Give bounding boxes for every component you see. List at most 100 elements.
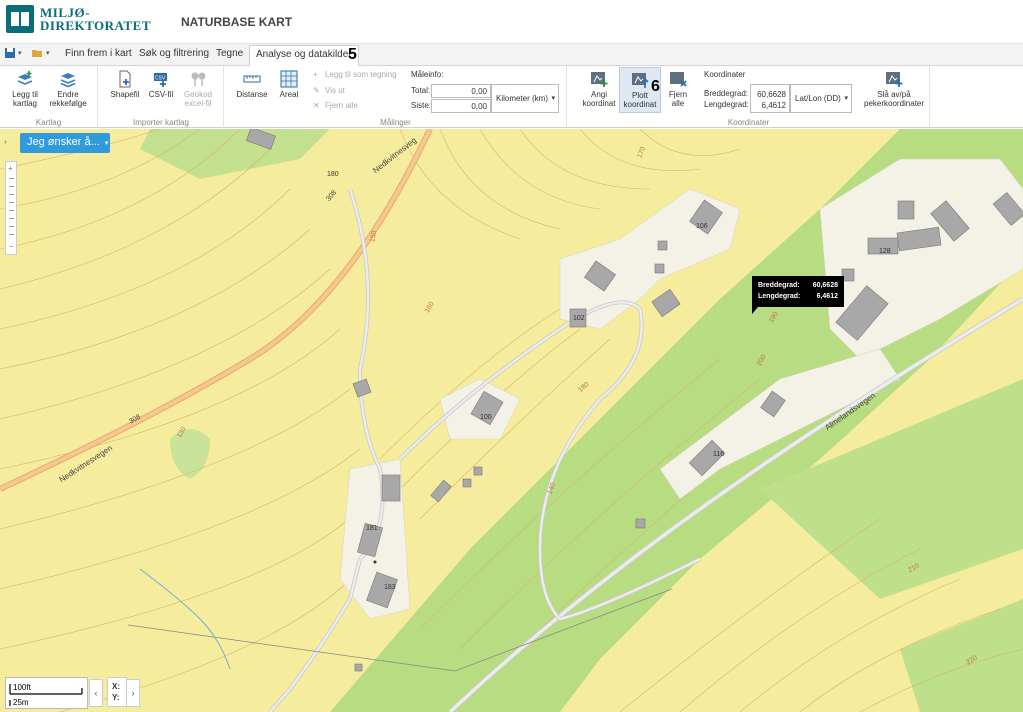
- distance-label: Distanse: [236, 90, 268, 99]
- add-as-drawing-label: Legg til som tegning: [325, 70, 397, 79]
- house-number-180: 180: [327, 171, 339, 178]
- ribbon-group-importer: Shapefil CSV CSV-fil Geokod excel-fil Im…: [99, 66, 224, 128]
- zoom-in-icon[interactable]: +: [8, 164, 13, 173]
- chevron-left-icon[interactable]: ‹: [89, 679, 103, 707]
- topographic-map: [0, 129, 1023, 712]
- shapefile-icon: [119, 70, 131, 88]
- shapefile-label: Shapefil: [110, 90, 140, 99]
- set-coordinate-button[interactable]: Angi koordinat: [578, 70, 620, 108]
- latitude-value: 60,6628: [757, 90, 786, 99]
- geocode-excel-button[interactable]: Geokod excel-fil: [179, 70, 217, 108]
- tab-tegne[interactable]: Tegne: [216, 48, 243, 59]
- ribbon-toolbar: Legg til kartlag Endre rekkefølge Kartla…: [0, 66, 1023, 128]
- last-label: Siste:: [411, 101, 432, 110]
- distance-button[interactable]: Distanse: [234, 70, 270, 99]
- ruler-distance-icon: [243, 75, 261, 83]
- logo-mark-icon: [6, 5, 34, 33]
- svg-text:CSV: CSV: [155, 76, 166, 82]
- add-layer-button[interactable]: Legg til kartlag: [6, 70, 44, 108]
- group-label-koordinater: Koordinater: [727, 118, 770, 127]
- x-label: X:: [112, 682, 120, 691]
- tooltip-lat-label: Breddegrad:: [758, 282, 800, 289]
- coordinate-format-select[interactable]: Lat/Lon (DD) ▾: [790, 84, 852, 113]
- area-button[interactable]: Areal: [275, 70, 303, 99]
- area-grid-icon: [280, 70, 298, 88]
- remove-all-coordinates-label: Fjern alle: [668, 90, 688, 108]
- group-label-importer: Importer kartlag: [132, 118, 190, 127]
- scale-meters: 25m: [13, 698, 29, 707]
- show-label: Vis ut: [325, 86, 345, 95]
- unit-select[interactable]: Kilometer (km) ▾: [491, 84, 559, 113]
- chevron-down-icon: ▾: [551, 95, 555, 102]
- map-canvas[interactable]: Nedkvitnesveg Nedkvitnesvegen Almelandsv…: [0, 129, 1023, 712]
- miljodirektoratet-logo[interactable]: MILJØ- DIREKTORATET: [6, 5, 151, 33]
- forest-area: [900, 599, 1023, 712]
- longitude-label: Lengdegrad:: [704, 100, 749, 109]
- layer-order-icon: [60, 73, 76, 88]
- house-number-116: 116: [713, 451, 725, 458]
- pointer-coordinates-icon: [886, 72, 903, 87]
- step-marker-5: 5: [348, 46, 357, 63]
- remove-all-measurements-label: Fjern alle: [325, 101, 358, 110]
- remove-coordinates-icon: [670, 72, 687, 87]
- tooltip-lon-label: Lengdegrad:: [758, 293, 801, 300]
- zoom-slider[interactable]: + −: [5, 161, 17, 255]
- tab-analyse-datakilder[interactable]: Analyse og datakilder: [249, 45, 359, 66]
- house-number-106: 106: [696, 223, 708, 230]
- x-icon: ✕: [313, 101, 320, 110]
- pencil-icon: ✎: [313, 86, 320, 95]
- group-label-kartlag: Kartlag: [35, 118, 62, 127]
- chevron-down-icon: ▾: [104, 140, 109, 147]
- latitude-label: Breddegrad:: [704, 89, 749, 98]
- coordinate-values-field[interactable]: 60,6628 6,4612: [750, 84, 790, 113]
- tooltip-lat-value: 60,6628: [812, 282, 838, 289]
- set-coordinate-icon: [591, 72, 608, 87]
- point-marker: [373, 560, 377, 564]
- last-value-field[interactable]: 0,00: [431, 99, 491, 113]
- remove-all-measurements-button[interactable]: ✕ Fjern alle: [313, 101, 358, 110]
- show-button[interactable]: ✎ Vis ut: [313, 86, 345, 95]
- save-icon[interactable]: [4, 47, 16, 59]
- forest-patch: [170, 429, 210, 479]
- y-label: Y:: [112, 693, 120, 702]
- open-folder-icon[interactable]: [31, 47, 43, 59]
- area-label: Areal: [279, 90, 299, 99]
- plot-coordinate-icon: [632, 73, 649, 88]
- measure-info-label: Måleinfo:: [411, 70, 444, 79]
- set-coordinate-label: Angi koordinat: [582, 90, 616, 108]
- coordinate-tooltip: Breddegrad: 60,6628 Lengdegrad: 6,4612: [752, 276, 844, 314]
- coordinate-format-value: Lat/Lon (DD): [795, 94, 841, 103]
- ribbon-group-kartlag: Legg til kartlag Endre rekkefølge Kartla…: [0, 66, 98, 128]
- open-menu-caret-icon[interactable]: ▾: [46, 49, 50, 57]
- remove-all-coordinates-button[interactable]: Fjern alle: [665, 70, 691, 108]
- house-number-128: 128: [879, 248, 891, 255]
- tab-sok-filtrering[interactable]: Søk og filtrering: [139, 48, 209, 59]
- toggle-pointer-coordinates-button[interactable]: Slå av/på pekerkoordinater: [864, 70, 924, 108]
- chevron-right-icon[interactable]: ›: [126, 679, 140, 707]
- xy-readout: X: Y:: [107, 677, 127, 707]
- add-as-drawing-button[interactable]: + Legg til som tegning: [313, 70, 397, 79]
- add-layer-icon: [17, 71, 33, 85]
- csv-file-button[interactable]: CSV CSV-fil: [145, 70, 177, 99]
- longitude-value: 6,4612: [761, 101, 786, 110]
- side-panel-toggle-icon[interactable]: ›: [4, 137, 7, 146]
- ribbon-group-koordinater: Angi koordinat Plott koordinat 6 Fjern a…: [568, 66, 930, 128]
- change-order-label: Endre rekkefølge: [49, 90, 87, 108]
- stream: [139, 568, 231, 670]
- house-number-181: 181: [366, 525, 378, 532]
- plus-icon: +: [313, 70, 318, 79]
- unit-select-value: Kilometer (km): [496, 94, 549, 103]
- save-menu-caret-icon[interactable]: ▾: [18, 49, 22, 57]
- jeg-onsker-a-button[interactable]: Jeg ønsker å... ▾: [20, 133, 110, 153]
- total-label: Total:: [411, 86, 431, 95]
- step-marker-6: 6: [651, 78, 660, 95]
- group-label-malinger: Målinger: [380, 118, 411, 127]
- tab-bar: ▾ ▾ Finn frem i kart Søk og filtrering T…: [0, 44, 1023, 66]
- tab-finn-frem[interactable]: Finn frem i kart: [65, 48, 132, 59]
- shapefile-button[interactable]: Shapefil: [107, 70, 143, 99]
- total-value-field[interactable]: 0,00: [431, 84, 491, 98]
- change-order-button[interactable]: Endre rekkefølge: [46, 70, 90, 108]
- tooltip-lon-value: 6,4612: [816, 293, 838, 300]
- zoom-out-icon[interactable]: −: [9, 242, 14, 251]
- forest-area: [140, 129, 330, 179]
